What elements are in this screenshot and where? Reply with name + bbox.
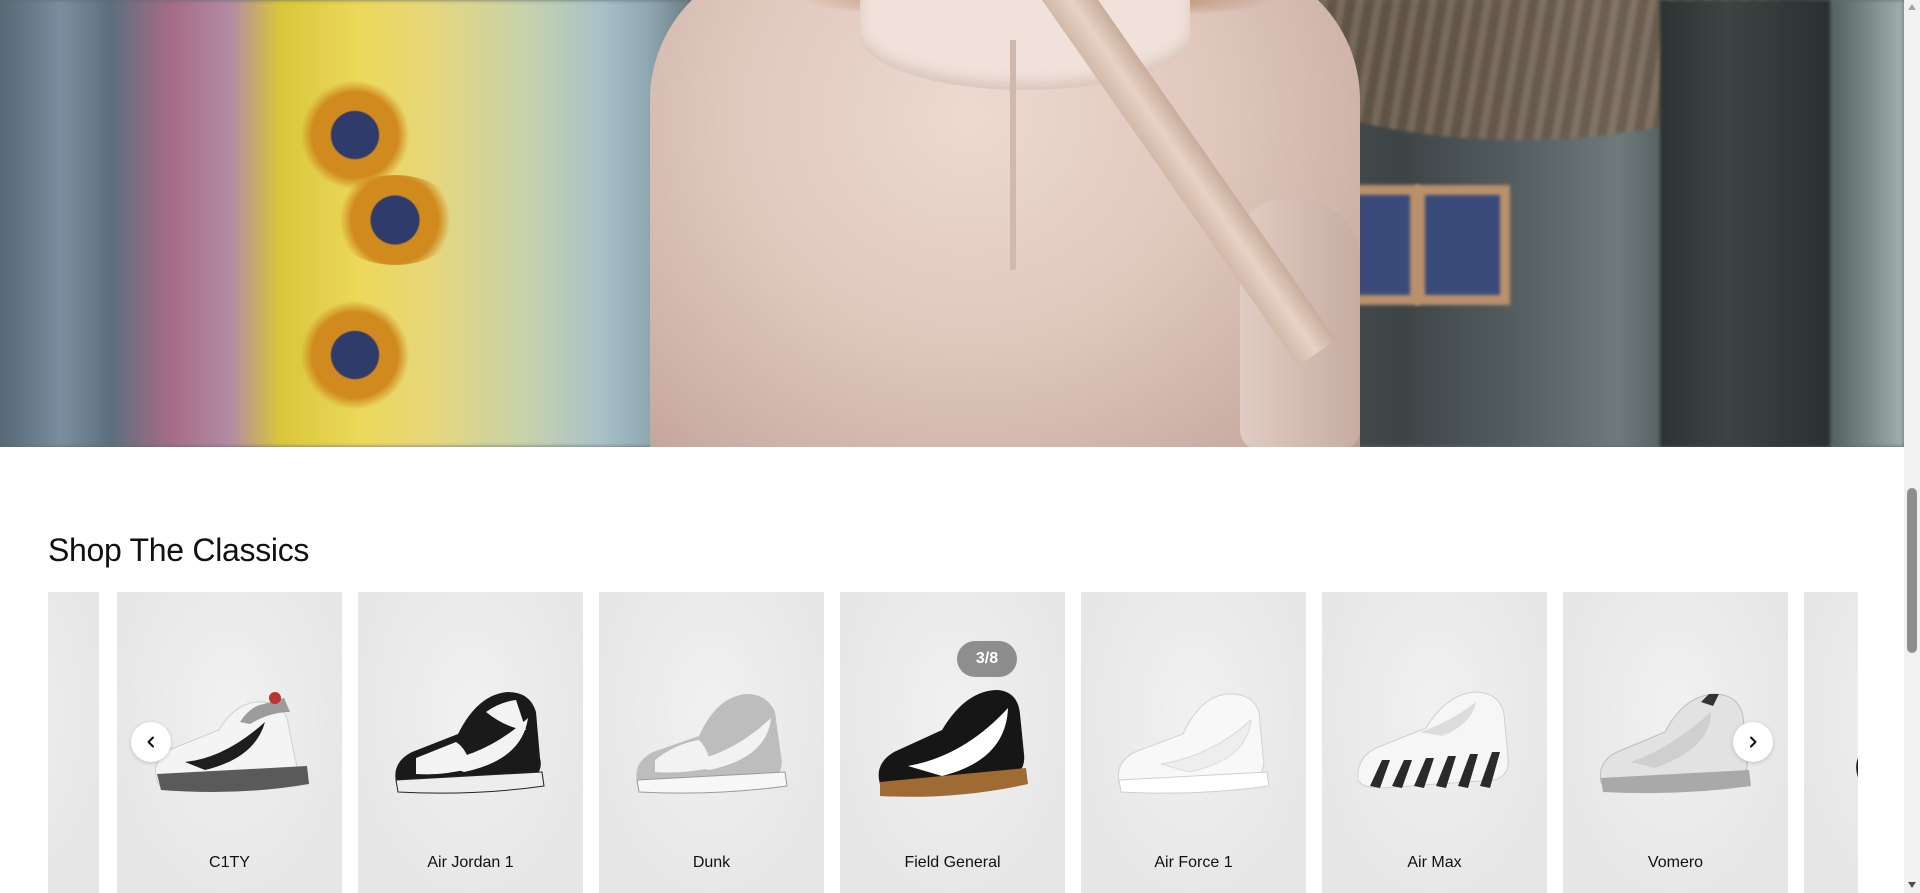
product-label: Field General: [904, 854, 1001, 871]
sweatshirt-zip: [1010, 40, 1016, 270]
shoe-image: [48, 662, 74, 802]
product-card[interactable]: Field General: [840, 592, 1065, 893]
scroll-down-icon[interactable]: [1908, 882, 1916, 888]
product-label: Vomero: [1647, 854, 1704, 871]
shoe-image: [395, 692, 545, 794]
product-label: Dunk: [692, 854, 731, 871]
product-label: Air Force 1: [1154, 854, 1233, 871]
shoe-image: [1117, 693, 1270, 794]
chevron-left-icon: [147, 736, 154, 748]
product-card[interactable]: Dunk: [599, 592, 824, 893]
background-tree: [1660, 0, 1830, 447]
product-carousel[interactable]: C1TY Air Jordan 1 Dunk Field General Air…: [48, 592, 1858, 893]
mural-sunflower: [330, 175, 460, 265]
page-scrollbar[interactable]: [1904, 0, 1920, 893]
mural-sunflower: [300, 80, 410, 190]
section-title: Shop The Classics: [48, 532, 310, 568]
product-card-partial[interactable]: [1804, 592, 1858, 893]
product-card[interactable]: Air Jordan 1: [358, 592, 583, 893]
background-window: [1415, 185, 1510, 305]
carousel-next-button[interactable]: [1733, 722, 1773, 762]
product-card[interactable]: Air Force 1: [1081, 592, 1306, 893]
product-label: Air Max: [1407, 854, 1462, 871]
shoe-image: [1856, 757, 1858, 778]
carousel-counter: 3/8: [957, 641, 1017, 677]
scroll-up-icon[interactable]: [1908, 4, 1916, 10]
shoe-image: [1357, 691, 1509, 789]
chevron-right-icon: [1750, 736, 1757, 748]
hero-image[interactable]: [0, 0, 1904, 447]
shoe-image: [636, 694, 788, 794]
product-card-partial[interactable]: [48, 592, 99, 893]
product-card[interactable]: Air Max: [1322, 592, 1547, 893]
shoe-image: [878, 690, 1028, 797]
scrollbar-thumb[interactable]: [1907, 488, 1917, 653]
carousel-prev-button[interactable]: [131, 722, 171, 762]
product-label: Air Jordan 1: [427, 854, 514, 871]
product-label: C1TY: [209, 854, 250, 871]
mural-sunflower: [300, 300, 410, 410]
